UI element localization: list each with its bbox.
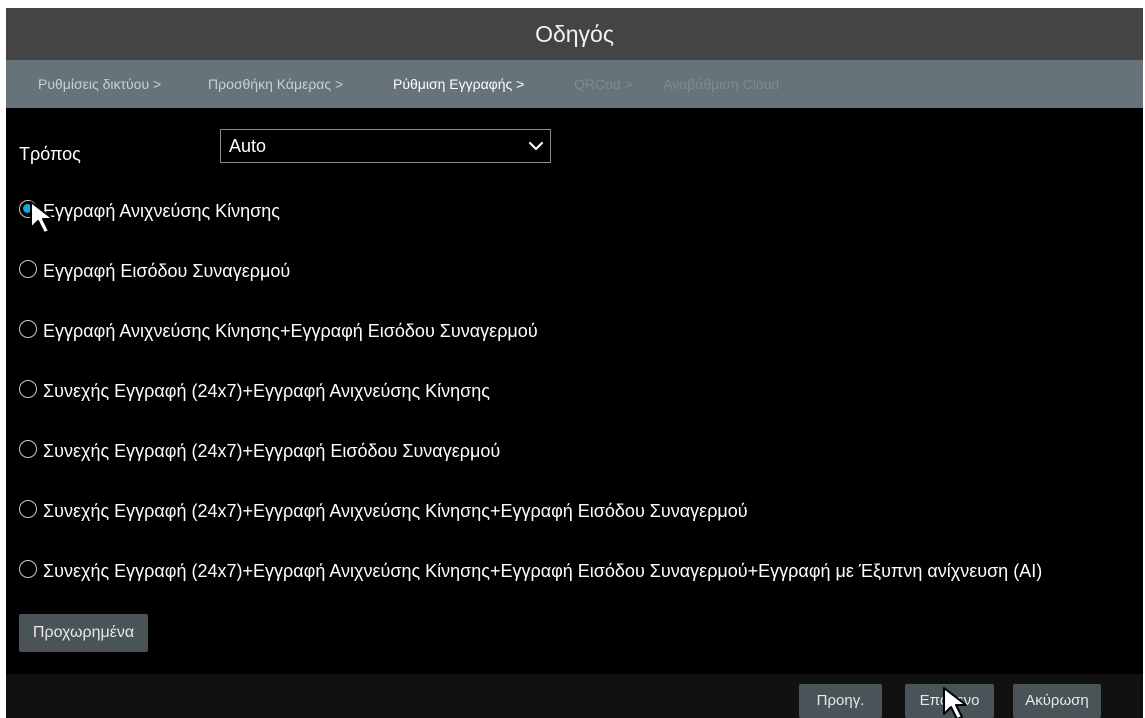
record-option-label: Εγγραφή Εισόδου Συναγερμού: [43, 261, 291, 281]
chevron-down-icon: [528, 141, 544, 151]
record-option-label: Συνεχής Εγγραφή (24x7)+Εγγραφή Εισόδου Σ…: [43, 441, 501, 461]
record-option-label: Εγγραφή Ανιχνεύσης Κίνησης+Εγγραφή Εισόδ…: [43, 321, 538, 341]
mouse-cursor-icon: [943, 687, 967, 718]
record-option-label: Συνεχής Εγγραφή (24x7)+Εγγραφή Ανιχνεύση…: [43, 501, 748, 521]
mode-select-value: Auto: [229, 136, 267, 156]
radio-button[interactable]: [19, 380, 37, 398]
radio-button[interactable]: [19, 560, 37, 578]
mode-select[interactable]: Auto: [220, 129, 551, 163]
breadcrumb-network-settings[interactable]: Ρυθμίσεις δικτύου >: [38, 60, 161, 108]
radio-button[interactable]: [19, 500, 37, 518]
cancel-button[interactable]: Ακύρωση: [1013, 684, 1101, 718]
radio-button[interactable]: [19, 320, 37, 338]
wizard-window: Οδηγός Ρυθμίσεις δικτύου > Προσθήκη Κάμε…: [6, 8, 1143, 718]
radio-button[interactable]: [19, 260, 37, 278]
window-title: Οδηγός: [6, 8, 1143, 60]
mode-label: Τρόπος: [19, 144, 81, 164]
record-option-label: Εγγραφή Ανιχνεύσης Κίνησης: [43, 201, 280, 221]
breadcrumb-qrcode: QRCod >: [574, 76, 633, 92]
breadcrumb-cloud-upgrade: Αναβάθμιση Cloud: [663, 76, 780, 92]
record-option-label: Συνεχής Εγγραφή (24x7)+Εγγραφή Ανιχνεύση…: [43, 381, 490, 401]
breadcrumb: Ρυθμίσεις δικτύου > Προσθήκη Κάμερας > Ρ…: [6, 60, 1143, 108]
radio-button[interactable]: [19, 440, 37, 458]
footer-bar: Προηγ. Επόμενο Ακύρωση: [6, 674, 1143, 718]
prev-button[interactable]: Προηγ.: [799, 684, 882, 718]
advanced-button[interactable]: Προχωρημένα: [19, 614, 148, 652]
record-option-label: Συνεχής Εγγραφή (24x7)+Εγγραφή Ανιχνεύση…: [43, 561, 1043, 581]
breadcrumb-add-camera[interactable]: Προσθήκη Κάμερας >: [208, 60, 343, 108]
mouse-cursor-icon: [30, 201, 54, 234]
breadcrumb-record-settings[interactable]: Ρύθμιση Εγγραφής >: [393, 60, 524, 108]
